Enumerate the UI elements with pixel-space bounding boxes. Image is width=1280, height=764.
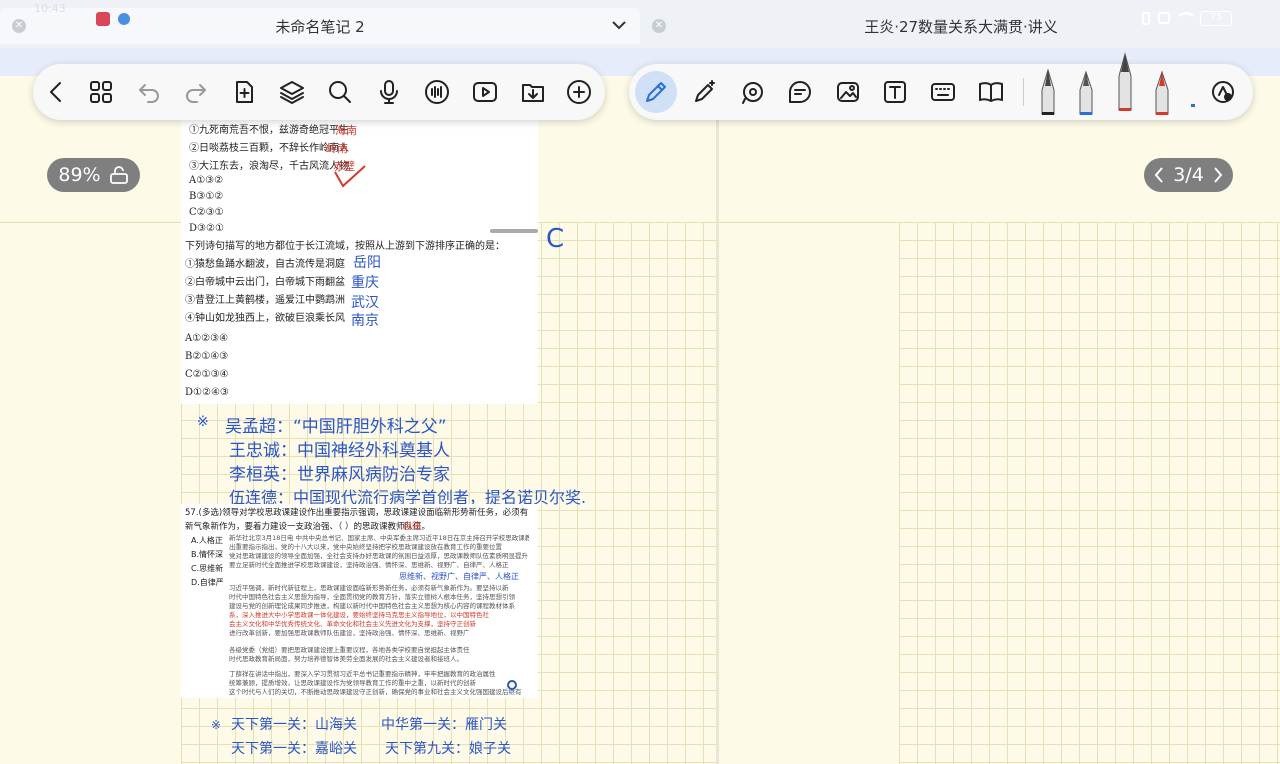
back-icon[interactable]: [39, 74, 75, 110]
layers-icon[interactable]: [274, 74, 310, 110]
book-icon[interactable]: [973, 74, 1009, 110]
explanation-text: 新华社北京3月18日电 中共中央总书记、国家主席、中央军委主席习近平18日在京主…: [229, 534, 529, 696]
chevron-down-icon[interactable]: [610, 16, 628, 38]
battery-icon: 75: [1200, 11, 1232, 26]
star-mark: ※: [197, 414, 209, 430]
zoom-indicator[interactable]: 89%: [47, 158, 140, 192]
color-swatch[interactable]: [1191, 104, 1195, 107]
undo-icon[interactable]: [131, 74, 167, 110]
search-icon[interactable]: [322, 74, 358, 110]
status-time: 10:43: [34, 2, 66, 15]
magic-pen-icon[interactable]: [687, 74, 723, 110]
calligraphy-pen-icon[interactable]: [1114, 52, 1136, 114]
note-toolbar: [33, 64, 605, 120]
app-icon: [96, 12, 110, 26]
option: B.情怀深: [191, 550, 224, 559]
option: D.自律严: [191, 578, 224, 587]
clip-handle-icon[interactable]: [507, 680, 517, 690]
audio-wave-icon[interactable]: [419, 74, 455, 110]
answer-mark: C: [546, 224, 565, 254]
question-text: 下列诗句描写的地方都位于长江流域，按照从上游到下游排序正确的是：: [185, 241, 505, 252]
sticker-icon[interactable]: [782, 74, 818, 110]
question-clip-3[interactable]: 57.(多选)领导对学校思政课建设作出重要指示强调，思政课建设面临新形势新任务，…: [181, 504, 538, 698]
clip-resize-handle[interactable]: [490, 229, 538, 233]
add-icon[interactable]: [561, 74, 597, 110]
option: D①②④③: [185, 387, 229, 398]
zoom-label: 89%: [58, 164, 101, 186]
question-clip-2[interactable]: 下列诗句描写的地方都位于长江流域，按照从上游到下游排序正确的是： ①猿愁鱼踊水翻…: [181, 236, 538, 404]
microphone-icon[interactable]: [371, 74, 407, 110]
status-bar: 10:43 75: [0, 0, 1280, 26]
handwritten-note: 重庆: [351, 275, 379, 291]
handwritten-note: 南京: [351, 313, 379, 329]
clip-line: ①九死南荒吾不恨，兹游奇绝冠平生: [189, 125, 349, 136]
option: B②①④③: [185, 351, 229, 362]
fineliner-pen-icon[interactable]: [1075, 68, 1097, 118]
chevron-left-icon[interactable]: [1153, 166, 1165, 184]
keyboard-icon[interactable]: [925, 74, 961, 110]
mute-icon: [1158, 12, 1170, 24]
handwritten-line: 吴孟超：“中国肝胆外科之父”: [225, 417, 447, 437]
bluetooth-icon: [1142, 12, 1150, 25]
chevron-right-icon[interactable]: [1212, 166, 1224, 184]
option: C.思维新: [191, 564, 224, 573]
unlock-icon[interactable]: [109, 166, 129, 184]
page-pager: 3/4: [1144, 158, 1233, 192]
marker-pen-icon[interactable]: [1151, 68, 1173, 118]
handwritten-line: 天下第九关：娘子关: [385, 741, 511, 757]
option: A.人格正: [191, 536, 223, 545]
fountain-pen-icon[interactable]: [1037, 68, 1059, 118]
text-icon[interactable]: [877, 74, 913, 110]
grid-icon[interactable]: [83, 74, 119, 110]
handwritten-line: 天下第一关：嘉峪关: [231, 741, 357, 757]
toolbar-divider: [1023, 78, 1024, 106]
handwritten-line: 王忠诚：中国神经外科奠基人: [229, 441, 450, 461]
handwritten-line: 天下第一关：山海关: [231, 717, 357, 733]
more-tools-icon[interactable]: [1205, 74, 1241, 110]
wifi-icon: [1178, 12, 1194, 24]
drawing-toolbar: [629, 52, 1253, 120]
handwritten-note: 岭南: [326, 142, 348, 155]
lasso-icon[interactable]: [735, 74, 771, 110]
image-icon[interactable]: [830, 74, 866, 110]
page-number: 3/4: [1173, 164, 1204, 186]
handwritten-note: 海南: [335, 124, 357, 137]
import-icon[interactable]: [515, 74, 551, 110]
clip-line: ③昔登江上黄鹤楼，遥爱江中鹦鹉洲: [185, 295, 345, 306]
question-text: 57.(多选)领导对学校思政课建设作出重要指示强调，思政课建设面临新形势新任务，…: [185, 508, 529, 532]
app-icon: [118, 13, 130, 25]
option: C②①③④: [185, 369, 229, 380]
star-mark: ※: [211, 718, 222, 732]
handwritten-line: 李桓英：世界麻风病防治专家: [229, 465, 450, 485]
play-video-icon[interactable]: [467, 74, 503, 110]
handwritten-line: 中华第一关：雁门关: [381, 717, 507, 733]
add-page-icon[interactable]: [226, 74, 262, 110]
grid-paper: [899, 222, 1280, 764]
handwritten-notes-1[interactable]: ※ 吴孟超：“中国肝胆外科之父” 王忠诚：中国神经外科奠基人 李桓英：世界麻风病…: [181, 404, 611, 507]
handwritten-note: 武汉: [351, 295, 379, 311]
clip-line: ②白帝城中云出门，白帝城下雨翻盆: [185, 277, 345, 288]
handwritten-note: 岳阳: [353, 255, 381, 271]
handwritten-notes-2[interactable]: ※ 天下第一关：山海关 天下第一关：嘉峪关 中华第一关：雁门关 天下第九关：娘子…: [181, 708, 511, 764]
question-clip-1[interactable]: ①九死南荒吾不恨，兹游奇绝冠平生 ②日啖荔枝三百颗，不辞长作岭南人 ③大江东去，…: [181, 118, 538, 236]
check-mark-icon: [334, 165, 366, 188]
clip-line: ①猿愁鱼踊水翻波，自古流传是洞庭: [185, 259, 345, 270]
pen-icon[interactable]: [635, 71, 677, 113]
redo-icon[interactable]: [178, 74, 214, 110]
clip-line: ②日啖荔枝三百颗，不辞长作岭南人: [189, 143, 349, 154]
clip-line: ④钟山如龙独西上，欲破巨浪乘长风: [185, 313, 345, 324]
option: A①②③④: [185, 333, 229, 344]
